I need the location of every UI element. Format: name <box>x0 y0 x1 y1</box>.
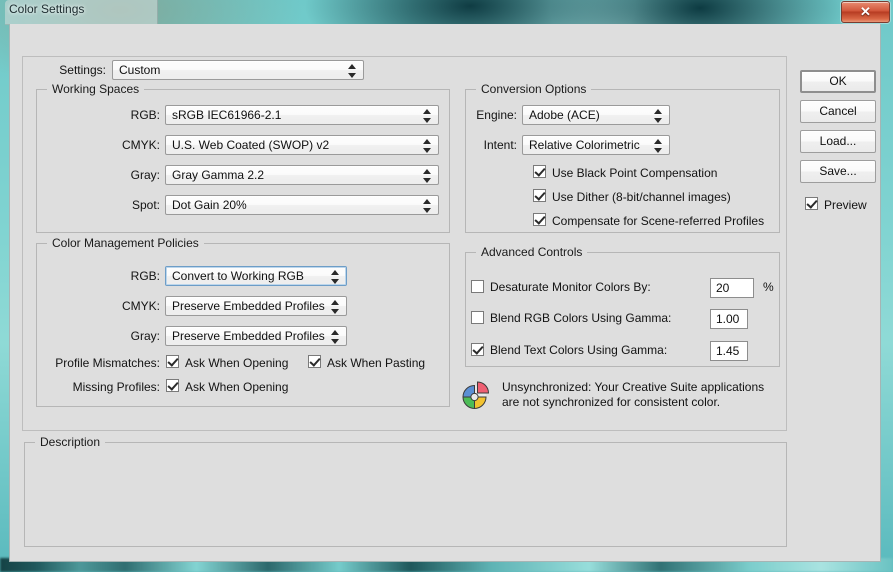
chevron-updown-icon <box>331 270 340 284</box>
policy-rgb-label: RGB: <box>130 269 160 283</box>
advanced-controls-legend: Advanced Controls <box>476 245 588 259</box>
color-settings-window: Color Settings ✕ Settings: Custom Workin… <box>0 0 893 572</box>
mismatch-ask-pasting-label: Ask When Pasting <box>327 356 426 370</box>
policy-gray-label: Gray: <box>130 329 160 343</box>
sync-status-line1: Unsynchronized: Your Creative Suite appl… <box>502 380 765 394</box>
policy-rgb-combo[interactable]: Convert to Working RGB <box>165 266 347 286</box>
profile-mismatches-label: Profile Mismatches: <box>55 356 160 370</box>
load-button[interactable]: Load... <box>800 130 876 153</box>
dialog-client-area: Settings: Custom Working Spaces RGB: sRG… <box>9 24 881 562</box>
blend-text-gamma-input[interactable]: 1.45 <box>710 341 748 361</box>
working-spot-label: Spot: <box>131 198 160 212</box>
settings-combo[interactable]: Custom <box>112 60 364 80</box>
working-gray-combo[interactable]: Gray Gamma 2.2 <box>165 165 439 185</box>
working-gray-value: Gray Gamma 2.2 <box>172 168 265 182</box>
working-cmyk-label: CMYK: <box>121 138 160 152</box>
chevron-updown-icon <box>331 300 340 314</box>
chevron-updown-icon <box>423 109 432 123</box>
settings-combo-value: Custom <box>119 63 161 77</box>
window-title: Color Settings <box>9 2 85 16</box>
engine-label: Engine: <box>476 108 517 122</box>
working-cmyk-value: U.S. Web Coated (SWOP) v2 <box>172 138 330 152</box>
engine-combo[interactable]: Adobe (ACE) <box>522 105 670 125</box>
cancel-button[interactable]: Cancel <box>800 100 876 123</box>
intent-combo[interactable]: Relative Colorimetric <box>522 135 670 155</box>
policy-cmyk-label: CMYK: <box>121 299 160 313</box>
settings-label: Settings: <box>59 63 106 77</box>
desaturate-monitor-colors-checkbox[interactable] <box>471 280 484 293</box>
desaturate-monitor-colors-label: Desaturate Monitor Colors By: <box>490 280 651 294</box>
intent-label: Intent: <box>483 138 517 152</box>
working-rgb-label: RGB: <box>130 108 160 122</box>
working-gray-label: Gray: <box>130 168 160 182</box>
working-rgb-value: sRGB IEC61966-2.1 <box>172 108 282 122</box>
missing-profiles-label: Missing Profiles: <box>72 380 160 394</box>
compensate-scene-referred-checkbox[interactable] <box>533 213 546 226</box>
chevron-updown-icon <box>331 330 340 344</box>
black-point-compensation-checkbox[interactable] <box>533 165 546 178</box>
working-spaces-legend: Working Spaces <box>47 82 145 96</box>
compensate-scene-referred-label: Compensate for Scene-referred Profiles <box>552 214 765 228</box>
policy-gray-value: Preserve Embedded Profiles <box>172 329 325 343</box>
mismatch-ask-pasting-checkbox[interactable] <box>308 355 321 368</box>
working-cmyk-combo[interactable]: U.S. Web Coated (SWOP) v2 <box>165 135 439 155</box>
policy-gray-combo[interactable]: Preserve Embedded Profiles <box>165 326 347 346</box>
sync-status-line2: are not synchronized for consistent colo… <box>502 395 721 409</box>
save-button[interactable]: Save... <box>800 160 876 183</box>
working-spot-value: Dot Gain 20% <box>172 198 247 212</box>
black-point-compensation-label: Use Black Point Compensation <box>552 166 718 180</box>
chevron-updown-icon <box>423 169 432 183</box>
engine-value: Adobe (ACE) <box>529 108 600 122</box>
close-button[interactable]: ✕ <box>841 1 890 23</box>
policy-cmyk-value: Preserve Embedded Profiles <box>172 299 325 313</box>
working-spot-combo[interactable]: Dot Gain 20% <box>165 195 439 215</box>
chevron-updown-icon <box>423 139 432 153</box>
use-dither-checkbox[interactable] <box>533 189 546 202</box>
chevron-updown-icon <box>348 64 357 78</box>
working-rgb-combo[interactable]: sRGB IEC61966-2.1 <box>165 105 439 125</box>
chevron-updown-icon <box>654 139 663 153</box>
window-titlebar[interactable]: Color Settings ✕ <box>0 0 893 25</box>
preview-checkbox[interactable] <box>805 197 818 210</box>
chevron-updown-icon <box>654 109 663 123</box>
blend-text-gamma-checkbox[interactable] <box>471 343 484 356</box>
blend-text-gamma-label: Blend Text Colors Using Gamma: <box>490 343 668 357</box>
color-management-policies-legend: Color Management Policies <box>47 236 204 250</box>
missing-ask-opening-label: Ask When Opening <box>185 380 289 394</box>
mismatch-ask-opening-checkbox[interactable] <box>166 355 179 368</box>
policy-rgb-value: Convert to Working RGB <box>172 269 304 283</box>
policy-cmyk-combo[interactable]: Preserve Embedded Profiles <box>165 296 347 316</box>
missing-ask-opening-checkbox[interactable] <box>166 379 179 392</box>
chevron-updown-icon <box>423 199 432 213</box>
desaturate-monitor-colors-input[interactable]: 20 <box>710 278 754 298</box>
use-dither-label: Use Dither (8-bit/channel images) <box>552 190 731 204</box>
close-icon: ✕ <box>860 4 871 19</box>
desaturate-percent-suffix: % <box>763 280 774 294</box>
color-wheel-icon <box>462 381 490 410</box>
blend-rgb-gamma-input[interactable]: 1.00 <box>710 309 748 329</box>
preview-label: Preview <box>824 198 867 212</box>
ok-button[interactable]: OK <box>800 70 876 93</box>
blend-rgb-gamma-label: Blend RGB Colors Using Gamma: <box>490 311 672 325</box>
mismatch-ask-opening-label: Ask When Opening <box>185 356 289 370</box>
blend-rgb-gamma-checkbox[interactable] <box>471 311 484 324</box>
intent-value: Relative Colorimetric <box>529 138 640 152</box>
description-group: Description <box>24 435 787 547</box>
conversion-options-legend: Conversion Options <box>476 82 592 96</box>
description-legend: Description <box>35 435 106 449</box>
